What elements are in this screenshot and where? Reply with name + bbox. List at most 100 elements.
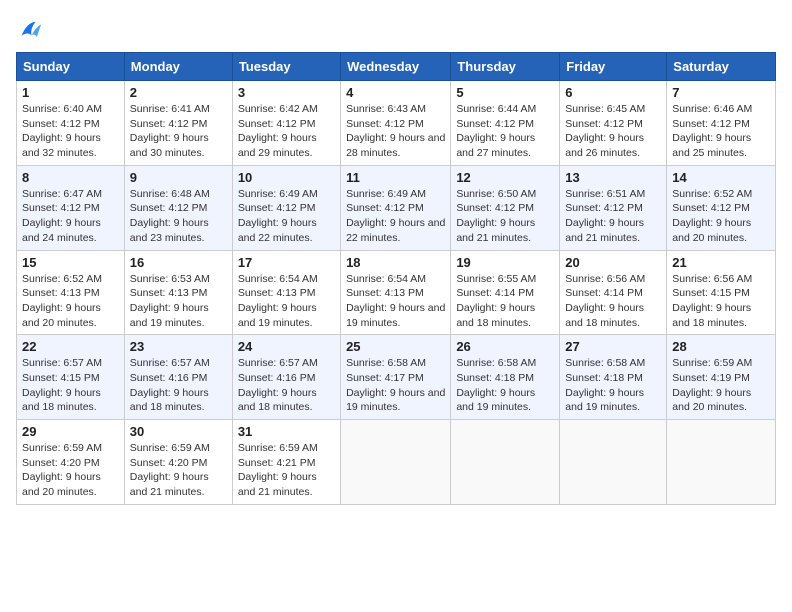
day-info: Sunrise: 6:52 AM Sunset: 4:13 PM Dayligh… — [22, 272, 119, 331]
calendar-cell: 10 Sunrise: 6:49 AM Sunset: 4:12 PM Dayl… — [232, 165, 340, 250]
day-number: 11 — [346, 170, 445, 185]
calendar-cell: 14 Sunrise: 6:52 AM Sunset: 4:12 PM Dayl… — [667, 165, 776, 250]
day-number: 15 — [22, 255, 119, 270]
day-info: Sunrise: 6:59 AM Sunset: 4:19 PM Dayligh… — [672, 356, 770, 415]
day-of-week-header: Saturday — [667, 53, 776, 81]
day-info: Sunrise: 6:57 AM Sunset: 4:16 PM Dayligh… — [130, 356, 227, 415]
day-info: Sunrise: 6:43 AM Sunset: 4:12 PM Dayligh… — [346, 102, 445, 161]
day-info: Sunrise: 6:59 AM Sunset: 4:21 PM Dayligh… — [238, 441, 335, 500]
day-info: Sunrise: 6:40 AM Sunset: 4:12 PM Dayligh… — [22, 102, 119, 161]
calendar-cell — [560, 420, 667, 505]
day-info: Sunrise: 6:56 AM Sunset: 4:14 PM Dayligh… — [565, 272, 661, 331]
day-info: Sunrise: 6:46 AM Sunset: 4:12 PM Dayligh… — [672, 102, 770, 161]
day-number: 28 — [672, 339, 770, 354]
day-number: 7 — [672, 85, 770, 100]
calendar-cell: 19 Sunrise: 6:55 AM Sunset: 4:14 PM Dayl… — [451, 250, 560, 335]
calendar-cell: 26 Sunrise: 6:58 AM Sunset: 4:18 PM Dayl… — [451, 335, 560, 420]
calendar-cell: 24 Sunrise: 6:57 AM Sunset: 4:16 PM Dayl… — [232, 335, 340, 420]
day-of-week-header: Tuesday — [232, 53, 340, 81]
calendar-week-row: 29 Sunrise: 6:59 AM Sunset: 4:20 PM Dayl… — [17, 420, 776, 505]
day-info: Sunrise: 6:44 AM Sunset: 4:12 PM Dayligh… — [456, 102, 554, 161]
day-number: 25 — [346, 339, 445, 354]
day-info: Sunrise: 6:57 AM Sunset: 4:15 PM Dayligh… — [22, 356, 119, 415]
calendar-cell — [451, 420, 560, 505]
day-info: Sunrise: 6:49 AM Sunset: 4:12 PM Dayligh… — [346, 187, 445, 246]
day-number: 6 — [565, 85, 661, 100]
day-of-week-header: Wednesday — [341, 53, 451, 81]
day-number: 20 — [565, 255, 661, 270]
day-number: 18 — [346, 255, 445, 270]
day-number: 31 — [238, 424, 335, 439]
day-info: Sunrise: 6:57 AM Sunset: 4:16 PM Dayligh… — [238, 356, 335, 415]
day-info: Sunrise: 6:58 AM Sunset: 4:18 PM Dayligh… — [456, 356, 554, 415]
calendar-cell: 13 Sunrise: 6:51 AM Sunset: 4:12 PM Dayl… — [560, 165, 667, 250]
calendar-cell: 23 Sunrise: 6:57 AM Sunset: 4:16 PM Dayl… — [124, 335, 232, 420]
calendar-cell: 30 Sunrise: 6:59 AM Sunset: 4:20 PM Dayl… — [124, 420, 232, 505]
calendar-week-row: 1 Sunrise: 6:40 AM Sunset: 4:12 PM Dayli… — [17, 81, 776, 166]
calendar-cell: 22 Sunrise: 6:57 AM Sunset: 4:15 PM Dayl… — [17, 335, 125, 420]
day-number: 13 — [565, 170, 661, 185]
day-info: Sunrise: 6:56 AM Sunset: 4:15 PM Dayligh… — [672, 272, 770, 331]
day-number: 26 — [456, 339, 554, 354]
day-info: Sunrise: 6:41 AM Sunset: 4:12 PM Dayligh… — [130, 102, 227, 161]
day-info: Sunrise: 6:52 AM Sunset: 4:12 PM Dayligh… — [672, 187, 770, 246]
calendar-cell: 3 Sunrise: 6:42 AM Sunset: 4:12 PM Dayli… — [232, 81, 340, 166]
calendar-cell: 7 Sunrise: 6:46 AM Sunset: 4:12 PM Dayli… — [667, 81, 776, 166]
calendar-cell: 4 Sunrise: 6:43 AM Sunset: 4:12 PM Dayli… — [341, 81, 451, 166]
calendar-cell — [341, 420, 451, 505]
calendar-cell: 11 Sunrise: 6:49 AM Sunset: 4:12 PM Dayl… — [341, 165, 451, 250]
day-number: 4 — [346, 85, 445, 100]
day-number: 8 — [22, 170, 119, 185]
day-info: Sunrise: 6:58 AM Sunset: 4:17 PM Dayligh… — [346, 356, 445, 415]
calendar-cell: 25 Sunrise: 6:58 AM Sunset: 4:17 PM Dayl… — [341, 335, 451, 420]
calendar-cell: 16 Sunrise: 6:53 AM Sunset: 4:13 PM Dayl… — [124, 250, 232, 335]
calendar-cell: 5 Sunrise: 6:44 AM Sunset: 4:12 PM Dayli… — [451, 81, 560, 166]
calendar-header-row: SundayMondayTuesdayWednesdayThursdayFrid… — [17, 53, 776, 81]
day-info: Sunrise: 6:53 AM Sunset: 4:13 PM Dayligh… — [130, 272, 227, 331]
calendar-cell: 1 Sunrise: 6:40 AM Sunset: 4:12 PM Dayli… — [17, 81, 125, 166]
day-of-week-header: Friday — [560, 53, 667, 81]
day-info: Sunrise: 6:48 AM Sunset: 4:12 PM Dayligh… — [130, 187, 227, 246]
calendar-cell: 12 Sunrise: 6:50 AM Sunset: 4:12 PM Dayl… — [451, 165, 560, 250]
day-number: 2 — [130, 85, 227, 100]
day-number: 17 — [238, 255, 335, 270]
day-number: 24 — [238, 339, 335, 354]
day-info: Sunrise: 6:55 AM Sunset: 4:14 PM Dayligh… — [456, 272, 554, 331]
day-info: Sunrise: 6:54 AM Sunset: 4:13 PM Dayligh… — [238, 272, 335, 331]
calendar-cell: 17 Sunrise: 6:54 AM Sunset: 4:13 PM Dayl… — [232, 250, 340, 335]
page-header — [16, 16, 776, 44]
day-info: Sunrise: 6:54 AM Sunset: 4:13 PM Dayligh… — [346, 272, 445, 331]
day-info: Sunrise: 6:59 AM Sunset: 4:20 PM Dayligh… — [22, 441, 119, 500]
day-info: Sunrise: 6:47 AM Sunset: 4:12 PM Dayligh… — [22, 187, 119, 246]
calendar-cell: 21 Sunrise: 6:56 AM Sunset: 4:15 PM Dayl… — [667, 250, 776, 335]
day-number: 9 — [130, 170, 227, 185]
day-number: 5 — [456, 85, 554, 100]
day-info: Sunrise: 6:58 AM Sunset: 4:18 PM Dayligh… — [565, 356, 661, 415]
day-info: Sunrise: 6:45 AM Sunset: 4:12 PM Dayligh… — [565, 102, 661, 161]
day-info: Sunrise: 6:50 AM Sunset: 4:12 PM Dayligh… — [456, 187, 554, 246]
day-of-week-header: Thursday — [451, 53, 560, 81]
calendar-cell: 20 Sunrise: 6:56 AM Sunset: 4:14 PM Dayl… — [560, 250, 667, 335]
day-number: 3 — [238, 85, 335, 100]
day-info: Sunrise: 6:42 AM Sunset: 4:12 PM Dayligh… — [238, 102, 335, 161]
day-number: 27 — [565, 339, 661, 354]
day-number: 21 — [672, 255, 770, 270]
calendar-cell: 29 Sunrise: 6:59 AM Sunset: 4:20 PM Dayl… — [17, 420, 125, 505]
day-number: 16 — [130, 255, 227, 270]
day-of-week-header: Monday — [124, 53, 232, 81]
day-info: Sunrise: 6:59 AM Sunset: 4:20 PM Dayligh… — [130, 441, 227, 500]
day-info: Sunrise: 6:49 AM Sunset: 4:12 PM Dayligh… — [238, 187, 335, 246]
calendar-cell: 27 Sunrise: 6:58 AM Sunset: 4:18 PM Dayl… — [560, 335, 667, 420]
calendar-week-row: 8 Sunrise: 6:47 AM Sunset: 4:12 PM Dayli… — [17, 165, 776, 250]
calendar-cell — [667, 420, 776, 505]
day-number: 23 — [130, 339, 227, 354]
day-number: 12 — [456, 170, 554, 185]
day-of-week-header: Sunday — [17, 53, 125, 81]
day-number: 29 — [22, 424, 119, 439]
day-info: Sunrise: 6:51 AM Sunset: 4:12 PM Dayligh… — [565, 187, 661, 246]
calendar-week-row: 15 Sunrise: 6:52 AM Sunset: 4:13 PM Dayl… — [17, 250, 776, 335]
calendar-cell: 15 Sunrise: 6:52 AM Sunset: 4:13 PM Dayl… — [17, 250, 125, 335]
calendar-cell: 9 Sunrise: 6:48 AM Sunset: 4:12 PM Dayli… — [124, 165, 232, 250]
logo — [16, 16, 48, 44]
calendar-cell: 31 Sunrise: 6:59 AM Sunset: 4:21 PM Dayl… — [232, 420, 340, 505]
